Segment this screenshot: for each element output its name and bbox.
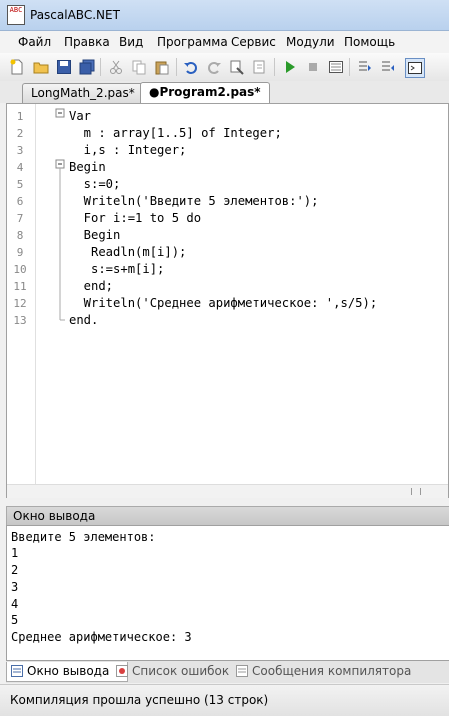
output-line: 3 bbox=[11, 580, 19, 594]
code-line[interactable]: i,s : Integer; bbox=[69, 142, 187, 159]
code-line[interactable]: For i:=1 to 5 do bbox=[69, 210, 201, 227]
menu-help[interactable]: Помощь bbox=[344, 35, 395, 49]
compiler-messages-icon bbox=[236, 665, 248, 677]
tab-compiler-messages[interactable]: Сообщения компилятора bbox=[232, 662, 449, 681]
fold-markers bbox=[55, 108, 65, 321]
code-line[interactable]: m : array[1..5] of Integer; bbox=[69, 125, 282, 142]
line-number: 6 bbox=[16, 195, 24, 208]
stop-icon[interactable] bbox=[304, 58, 322, 76]
code-line[interactable]: Begin bbox=[69, 227, 121, 244]
menu-service[interactable]: Сервис bbox=[231, 35, 276, 49]
find-icon[interactable] bbox=[228, 58, 246, 76]
output-line: 1 bbox=[11, 546, 19, 560]
code-line[interactable]: Var bbox=[69, 108, 91, 125]
output-line: 5 bbox=[11, 613, 19, 627]
line-number: 1 bbox=[16, 110, 24, 123]
menu-edit[interactable]: Правка bbox=[64, 35, 110, 49]
line-number: 4 bbox=[16, 161, 24, 174]
window-title: PascalABC.NET bbox=[30, 8, 120, 22]
step-into-icon[interactable] bbox=[355, 58, 373, 76]
tab-program2[interactable]: ●Program2.pas* bbox=[140, 82, 270, 104]
tab-output-window[interactable]: Окно вывода bbox=[6, 662, 128, 682]
output-panel-title: Окно вывода bbox=[13, 509, 96, 523]
open-folder-icon[interactable] bbox=[32, 58, 50, 76]
tab-longmath[interactable]: LongMath_2.pas* bbox=[22, 83, 144, 103]
scrollbar-grip[interactable] bbox=[411, 488, 421, 495]
horizontal-scrollbar[interactable] bbox=[7, 484, 448, 498]
code-line[interactable]: Readln(m[i]); bbox=[69, 244, 186, 261]
output-line: 2 bbox=[11, 563, 19, 577]
code-line[interactable]: Writeln('Введите 5 элементов:'); bbox=[69, 193, 319, 210]
code-editor[interactable]: 1 Var 2 m : array[1..5] of Integer; 3 i,… bbox=[6, 103, 449, 498]
line-number: 9 bbox=[16, 246, 24, 259]
tab-output-window-label: Окно вывода bbox=[27, 664, 110, 678]
line-number: 13 bbox=[13, 314, 27, 327]
menu-view[interactable]: Вид bbox=[119, 35, 143, 49]
line-number: 5 bbox=[16, 178, 24, 191]
menu-file[interactable]: Файл bbox=[18, 35, 51, 49]
console-icon[interactable] bbox=[327, 58, 345, 76]
output-line: 4 bbox=[11, 597, 19, 611]
output-line: Введите 5 элементов: bbox=[11, 530, 156, 544]
undo-icon[interactable] bbox=[182, 58, 200, 76]
line-number: 7 bbox=[16, 212, 24, 225]
file-tabs: LongMath_2.pas* ●Program2.pas* bbox=[0, 81, 449, 104]
status-bar: Компиляция прошла успешно (13 строк) bbox=[0, 684, 449, 716]
tab-error-list[interactable]: Список ошибок bbox=[112, 662, 250, 681]
run-icon[interactable] bbox=[281, 58, 299, 76]
cut-icon[interactable] bbox=[107, 58, 125, 76]
menu-program[interactable]: Программа bbox=[157, 35, 228, 49]
output-line: Среднее арифметическое: 3 bbox=[11, 630, 192, 644]
title-bar: ABC PascalABC.NET bbox=[0, 0, 449, 31]
paste-icon[interactable] bbox=[153, 58, 171, 76]
bottom-tabs: Окно вывода Список ошибок Сообщения комп… bbox=[6, 661, 449, 683]
save-icon[interactable] bbox=[55, 58, 73, 76]
code-line[interactable]: s:=0; bbox=[69, 176, 121, 193]
error-list-icon bbox=[116, 665, 128, 677]
new-file-icon[interactable] bbox=[8, 58, 26, 76]
output-panel-header: Окно вывода bbox=[6, 506, 449, 526]
code-line[interactable]: s:=s+m[i]; bbox=[69, 261, 164, 278]
menu-bar: Файл Правка Вид Программа Сервис Модули … bbox=[0, 31, 449, 53]
code-line[interactable]: Begin bbox=[69, 159, 106, 176]
code-line[interactable]: end; bbox=[69, 278, 113, 295]
output-toggle-icon[interactable] bbox=[405, 58, 425, 78]
line-number: 11 bbox=[13, 280, 27, 293]
line-number: 12 bbox=[13, 297, 27, 310]
status-text: Компиляция прошла успешно (13 строк) bbox=[10, 693, 269, 707]
app-icon: ABC bbox=[7, 5, 25, 25]
menu-modules[interactable]: Модули bbox=[286, 35, 335, 49]
line-number: 2 bbox=[16, 127, 24, 140]
output-window-icon bbox=[11, 665, 23, 677]
save-all-icon[interactable] bbox=[78, 58, 96, 76]
line-number: 8 bbox=[16, 229, 24, 242]
replace-icon[interactable] bbox=[251, 58, 269, 76]
code-line[interactable]: Writeln('Среднее арифметическое: ',s/5); bbox=[69, 295, 378, 312]
output-area[interactable]: Введите 5 элементов: 1 2 3 4 5 Среднее а… bbox=[6, 525, 449, 661]
code-line[interactable]: end. bbox=[69, 312, 98, 329]
redo-icon[interactable] bbox=[205, 58, 223, 76]
step-over-icon[interactable] bbox=[378, 58, 396, 76]
line-number: 3 bbox=[16, 144, 24, 157]
copy-icon[interactable] bbox=[130, 58, 148, 76]
toolbar bbox=[0, 53, 449, 82]
tab-error-list-label: Список ошибок bbox=[132, 664, 230, 678]
line-number: 10 bbox=[13, 263, 27, 276]
tab-compiler-messages-label: Сообщения компилятора bbox=[252, 664, 412, 678]
